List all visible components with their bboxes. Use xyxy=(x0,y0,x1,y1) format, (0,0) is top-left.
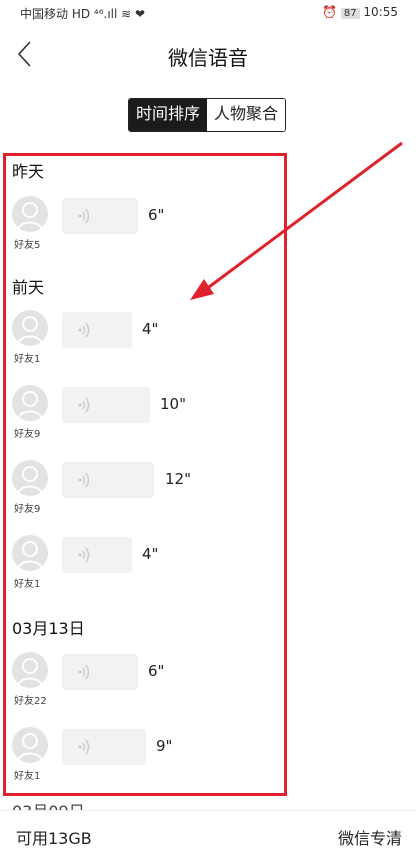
tab-time-sort[interactable]: 时间排序 xyxy=(129,99,208,131)
status-bar: 中国移动 HD ⁴⁶.ıll ≋ ❤ ⏰ 87 10:55 xyxy=(0,0,416,24)
highlight-box xyxy=(3,153,287,796)
clock-text: 10:55 xyxy=(363,5,398,19)
status-right: ⏰ 87 10:55 xyxy=(322,5,398,19)
alarm-icon: ⏰ xyxy=(322,5,338,19)
wechat-clean-button[interactable]: 微信专清 xyxy=(338,825,402,849)
navigation-bar: 微信语音 xyxy=(0,30,416,80)
date-header-partial: 03月09日 xyxy=(12,798,85,810)
sort-segmented-control: 时间排序 人物聚合 xyxy=(128,98,287,132)
tab-person-group[interactable]: 人物聚合 xyxy=(207,99,286,131)
carrier-text: 中国移动 HD ⁴⁶.ıll ≋ ❤ xyxy=(20,7,146,21)
bottom-bar: 可用13GB 微信专清 xyxy=(0,810,416,858)
storage-available-text: 可用13GB xyxy=(16,829,92,848)
battery-badge: 87 xyxy=(340,8,360,19)
page-title: 微信语音 xyxy=(168,46,248,70)
